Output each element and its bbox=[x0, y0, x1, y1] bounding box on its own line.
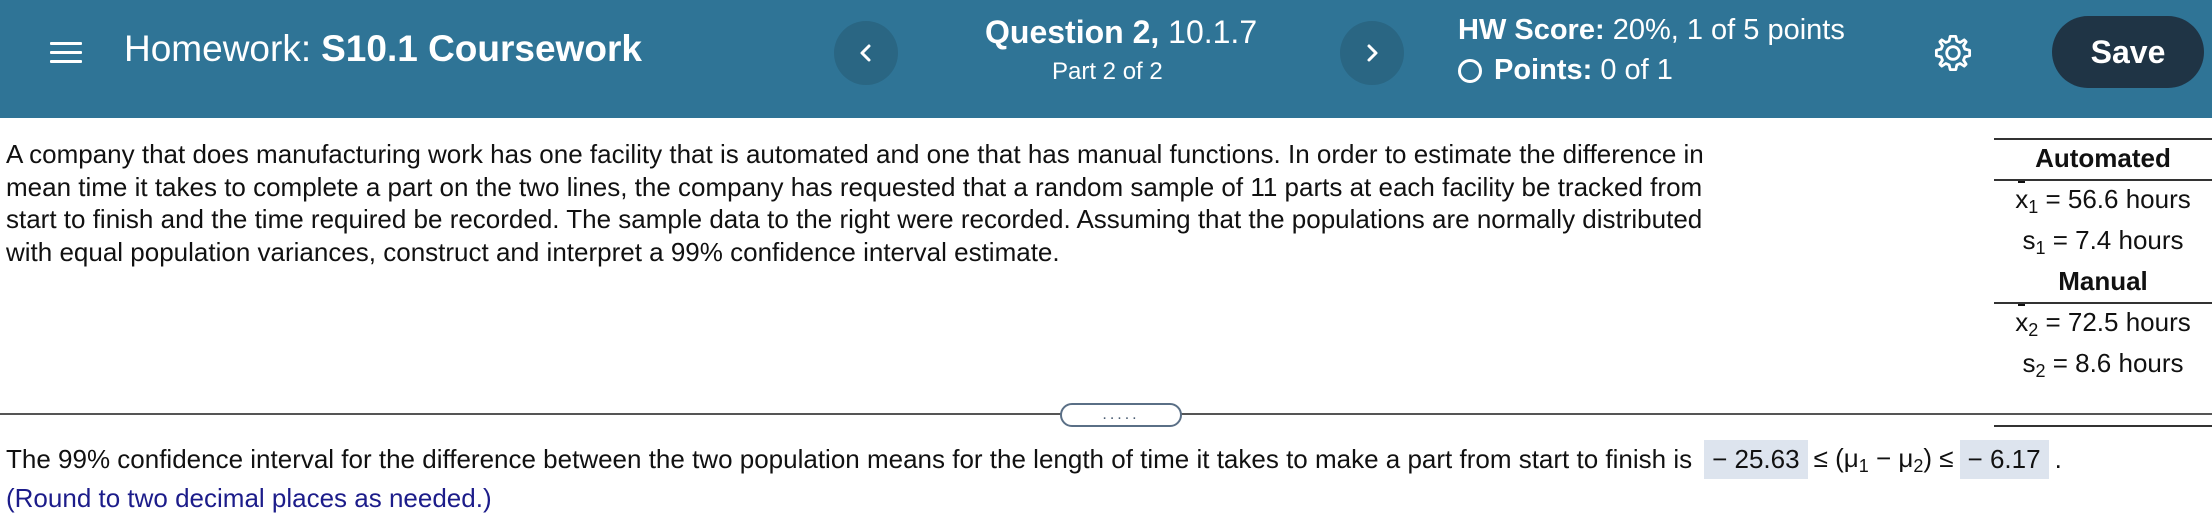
pane-resize-handle[interactable]: ..... bbox=[1060, 403, 1182, 427]
question-title: Question 2, 10.1.7 bbox=[985, 14, 1257, 51]
header-bar: Homework: S10.1 Coursework Question 2, 10… bbox=[0, 0, 2212, 118]
mu-open: ≤ (μ bbox=[1813, 442, 1859, 473]
hw-score: HW Score: 20%, 1 of 5 points bbox=[1458, 14, 1845, 47]
next-question-button[interactable] bbox=[1340, 21, 1404, 85]
previous-question-button[interactable] bbox=[834, 21, 898, 85]
table-bottom-rule bbox=[1994, 425, 2212, 427]
hw-score-label: HW Score: bbox=[1458, 14, 1605, 46]
menu-icon[interactable] bbox=[50, 36, 82, 68]
s2-sub: 2 bbox=[2035, 361, 2046, 381]
x1-symbol: x bbox=[2015, 179, 2028, 220]
mu1-sub: 1 bbox=[1858, 455, 1869, 476]
automated-header: Automated bbox=[2035, 143, 2171, 173]
s1-row: s1 = 7.4 hours bbox=[1994, 220, 2212, 261]
mu2-sub: 2 bbox=[1913, 455, 1924, 476]
chevron-left-icon bbox=[860, 44, 871, 62]
x1-sub: 1 bbox=[2028, 197, 2039, 217]
chevron-right-icon bbox=[1367, 44, 1378, 62]
problem-text: A company that does manufacturing work h… bbox=[6, 139, 1704, 267]
s1-symbol: s bbox=[2022, 225, 2036, 255]
rounding-note: (Round to two decimal places as needed.) bbox=[6, 483, 492, 513]
mu-close: ) ≤ bbox=[1923, 442, 1954, 473]
s2-value: = 8.6 hours bbox=[2052, 348, 2184, 378]
sample-data-table: Automated x1 = 56.6 hours s1 = 7.4 hours… bbox=[1994, 138, 2212, 427]
points: Points: 0 of 1 bbox=[1458, 54, 1673, 87]
x2-sub: 2 bbox=[2028, 320, 2039, 340]
points-label: Points: bbox=[1494, 54, 1593, 86]
answer-period: . bbox=[2054, 444, 2062, 474]
answer-prefix: The 99% confidence interval for the diff… bbox=[6, 444, 1693, 474]
s1-value: = 7.4 hours bbox=[2052, 225, 2184, 255]
lower-bound-answer[interactable]: − 25.63 bbox=[1704, 440, 1808, 479]
circle-icon bbox=[1458, 58, 1482, 83]
s1-sub: 1 bbox=[2035, 238, 2046, 258]
question-number: Question 2, bbox=[985, 14, 1160, 50]
answer-line: The 99% confidence interval for the diff… bbox=[6, 440, 2062, 479]
upper-bound-answer[interactable]: − 6.17 bbox=[1959, 440, 2049, 479]
x2-symbol: x bbox=[2015, 302, 2028, 343]
points-value: 0 of 1 bbox=[1600, 54, 1673, 86]
x2-value: = 72.5 hours bbox=[2045, 307, 2191, 337]
interval-expression: ≤ (μ1 − μ2) ≤ bbox=[1814, 443, 1954, 477]
question-ref: 10.1.7 bbox=[1168, 14, 1258, 50]
s2-symbol: s bbox=[2022, 348, 2036, 378]
s2-row: s2 = 8.6 hours bbox=[1994, 343, 2212, 384]
x2-row: x2 = 72.5 hours bbox=[1994, 302, 2212, 343]
question-part: Part 2 of 2 bbox=[1052, 58, 1163, 85]
save-button[interactable]: Save bbox=[2052, 16, 2204, 88]
x1-value: = 56.6 hours bbox=[2045, 184, 2191, 214]
gear-icon[interactable] bbox=[1932, 32, 1974, 74]
hw-score-value: 20%, 1 of 5 points bbox=[1612, 14, 1845, 46]
homework-title: Homework: S10.1 Coursework bbox=[124, 28, 642, 70]
x1-row: x1 = 56.6 hours bbox=[1994, 179, 2212, 220]
mu-minus: − μ bbox=[1868, 442, 1914, 473]
homework-name: S10.1 Coursework bbox=[321, 28, 642, 69]
manual-header: Manual bbox=[2058, 266, 2148, 296]
homework-label: Homework: bbox=[124, 28, 312, 69]
